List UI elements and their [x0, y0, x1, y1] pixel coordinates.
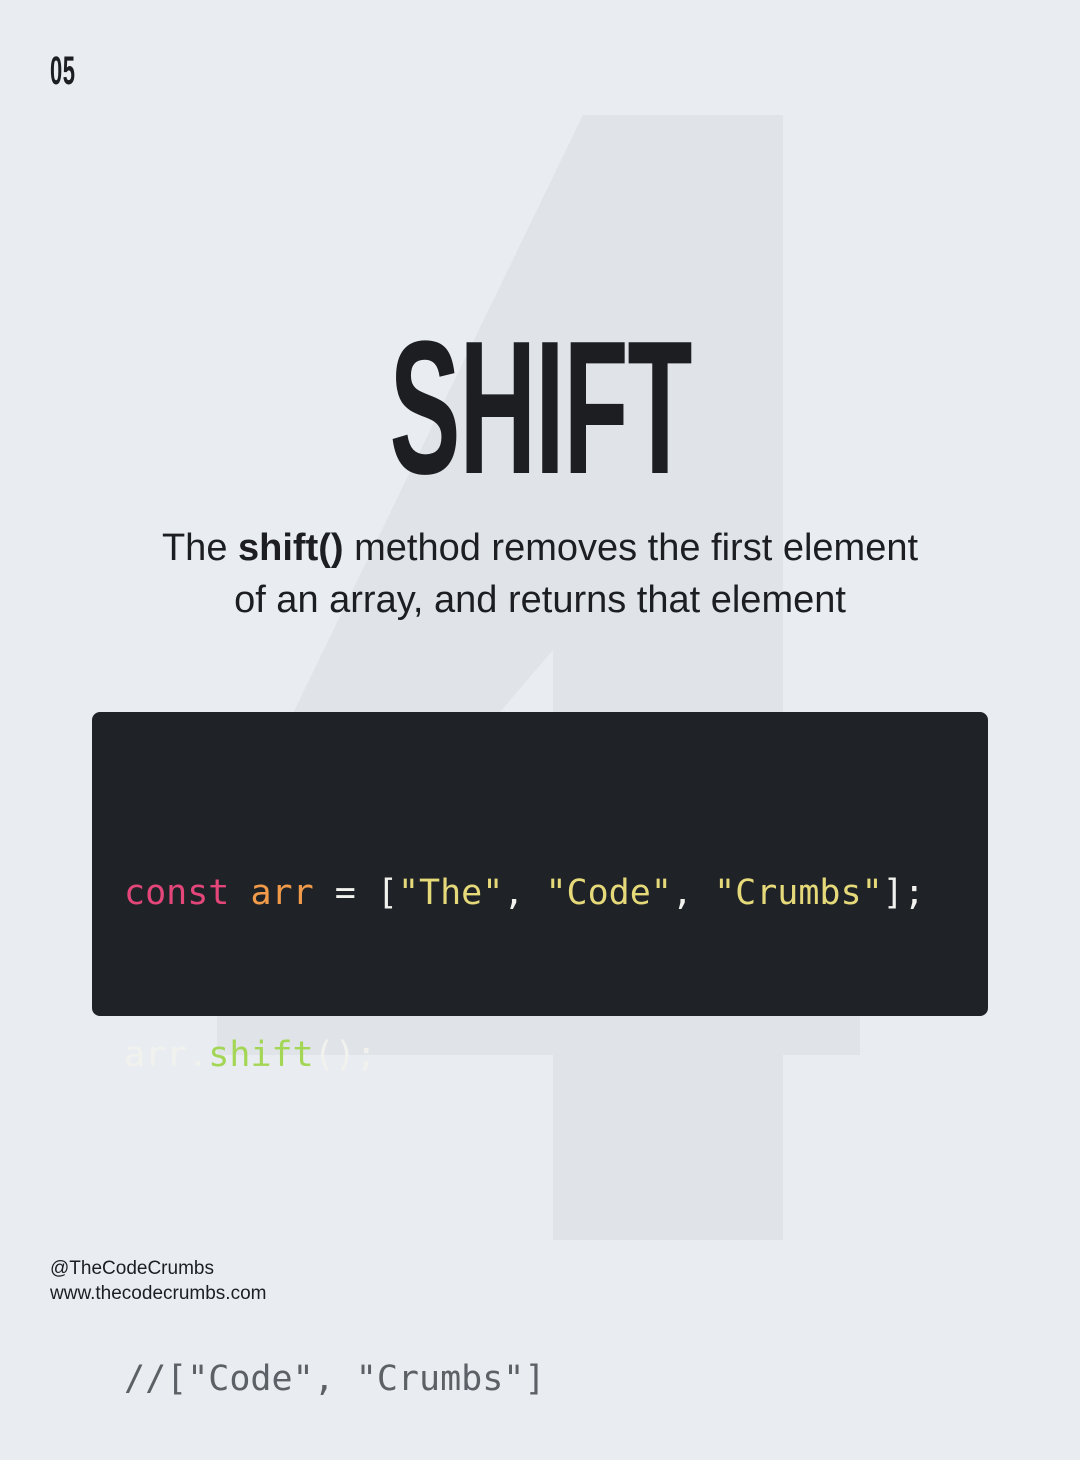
title-text: SHIFT: [389, 302, 692, 514]
code-token-plain: ,: [503, 873, 546, 913]
code-token-plain: ,: [671, 873, 715, 913]
description-line-1-rest: method removes the first element: [343, 527, 919, 569]
code-token-string: "Crumbs": [714, 873, 883, 913]
code-token-method: shift: [208, 1035, 314, 1075]
social-handle: @TheCodeCrumbs: [50, 1258, 214, 1279]
page-title: SHIFT: [0, 302, 1080, 514]
code-token-var: arr: [250, 873, 314, 913]
code-token-plain: arr.: [124, 1035, 209, 1075]
code-token-string: "Code": [545, 873, 672, 913]
description-line-2: of an array, and returns that element: [234, 579, 846, 621]
method-description: The shift() method removes the first ele…: [90, 522, 990, 626]
page-number: 05: [50, 49, 76, 93]
code-token-plain: = [: [313, 873, 398, 913]
method-name: shift(): [238, 527, 344, 569]
code-token-plain: ();: [313, 1035, 377, 1075]
code-line-shift-call: arr.shift();: [124, 1028, 988, 1082]
description-prefix: The: [161, 527, 239, 569]
code-token-keyword: const: [124, 873, 230, 913]
code-comment-result: //["Code", "Crumbs"]: [124, 1359, 546, 1399]
website-url: www.thecodecrumbs.com: [50, 1283, 267, 1304]
code-token-string: "The": [397, 873, 504, 913]
description-line-1: The shift() method removes the first ele…: [90, 522, 990, 574]
code-line-declaration: const arr = ["The", "Code", "Crumbs"];: [124, 866, 988, 920]
code-block: const arr = ["The", "Code", "Crumbs"]; a…: [92, 712, 988, 1399]
footer: @TheCodeCrumbs www.thecodecrumbs.com: [50, 1256, 266, 1306]
code-token-plain: ];: [882, 873, 925, 913]
